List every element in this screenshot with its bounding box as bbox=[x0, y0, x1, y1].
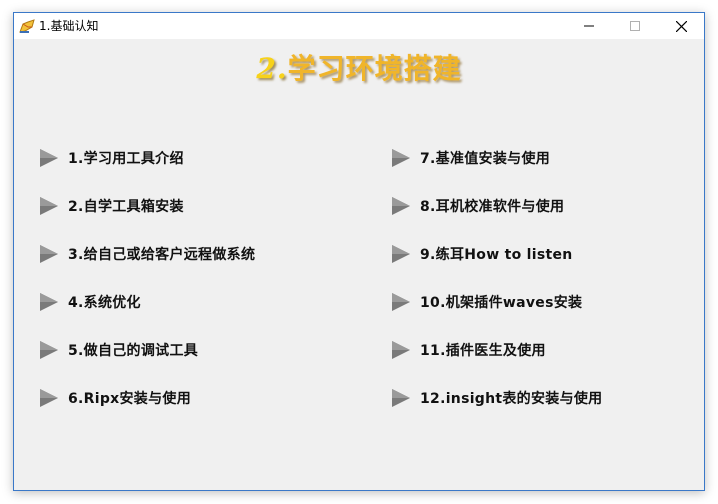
page-title-number: 2. bbox=[256, 52, 288, 85]
menu-item-label: 4.系统优化 bbox=[68, 295, 141, 311]
play-arrow-icon bbox=[392, 293, 410, 311]
menu-item-6[interactable]: 6.Ripx安装与使用 bbox=[38, 386, 191, 410]
minimize-button[interactable] bbox=[566, 13, 612, 39]
title-bar[interactable]: 1.基础认知 bbox=[14, 13, 704, 39]
play-arrow-icon bbox=[392, 197, 410, 215]
page-title-text: 学习环境搭建 bbox=[287, 52, 462, 85]
menu-item-label: 1.学习用工具介绍 bbox=[68, 151, 184, 167]
play-arrow-icon bbox=[40, 341, 58, 359]
menu-item-label: 3.给自己或给客户远程做系统 bbox=[68, 247, 256, 263]
play-arrow-icon bbox=[40, 149, 58, 167]
menu-item-4[interactable]: 4.系统优化 bbox=[38, 290, 141, 314]
menu-item-label: 6.Ripx安装与使用 bbox=[68, 391, 191, 407]
play-arrow-icon bbox=[392, 341, 410, 359]
play-arrow-icon bbox=[40, 245, 58, 263]
menu-item-8[interactable]: 8.耳机校准软件与使用 bbox=[390, 194, 564, 218]
play-arrow-icon bbox=[40, 389, 58, 407]
menu-item-12[interactable]: 12.insight表的安装与使用 bbox=[390, 386, 602, 410]
play-arrow-icon bbox=[40, 293, 58, 311]
play-arrow-icon bbox=[392, 149, 410, 167]
menu-item-label: 9.练耳How to listen bbox=[420, 247, 573, 263]
app-window: 1.基础认知 2.学习环境搭建 1.学习用工具介绍 2.自学工具箱安装 3.给自… bbox=[13, 12, 705, 491]
menu-item-11[interactable]: 11.插件医生及使用 bbox=[390, 338, 546, 362]
menu-item-9[interactable]: 9.练耳How to listen bbox=[390, 242, 573, 266]
menu-item-label: 8.耳机校准软件与使用 bbox=[420, 199, 565, 215]
app-icon bbox=[19, 19, 35, 33]
menu-item-label: 10.机架插件waves安装 bbox=[420, 295, 583, 311]
window-title: 1.基础认知 bbox=[39, 19, 99, 33]
menu-item-label: 11.插件医生及使用 bbox=[420, 343, 546, 359]
close-button[interactable] bbox=[658, 13, 704, 39]
menu-item-7[interactable]: 7.基准值安装与使用 bbox=[390, 146, 550, 170]
menu-item-2[interactable]: 2.自学工具箱安装 bbox=[38, 194, 184, 218]
menu-item-label: 2.自学工具箱安装 bbox=[68, 199, 184, 215]
play-arrow-icon bbox=[40, 197, 58, 215]
maximize-button[interactable] bbox=[612, 13, 658, 39]
play-arrow-icon bbox=[392, 245, 410, 263]
menu-item-5[interactable]: 5.做自己的调试工具 bbox=[38, 338, 198, 362]
menu-item-label: 12.insight表的安装与使用 bbox=[420, 391, 603, 407]
page-title: 2.学习环境搭建 bbox=[14, 49, 704, 89]
maximize-icon bbox=[630, 21, 640, 31]
minimize-icon bbox=[584, 25, 594, 27]
menu-item-label: 5.做自己的调试工具 bbox=[68, 343, 199, 359]
menu-item-3[interactable]: 3.给自己或给客户远程做系统 bbox=[38, 242, 255, 266]
menu-item-label: 7.基准值安装与使用 bbox=[420, 151, 551, 167]
close-icon bbox=[675, 20, 687, 32]
play-arrow-icon bbox=[392, 389, 410, 407]
menu-item-10[interactable]: 10.机架插件waves安装 bbox=[390, 290, 582, 314]
menu-item-1[interactable]: 1.学习用工具介绍 bbox=[38, 146, 184, 170]
